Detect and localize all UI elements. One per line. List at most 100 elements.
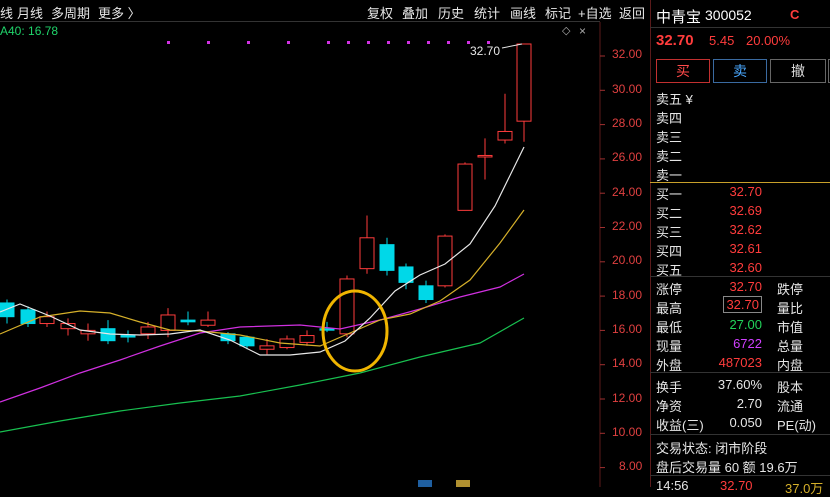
net-assets-value: 2.70	[736, 396, 762, 411]
dotted-markers	[167, 41, 490, 44]
low-value: 27.00	[729, 317, 762, 332]
price-axis-label: 16.00	[612, 322, 643, 336]
outer-volume-value: 487023	[718, 355, 762, 370]
dot-marker	[247, 41, 250, 44]
dot-marker	[407, 41, 410, 44]
volume-ratio-label: 量比	[777, 301, 804, 316]
dot-marker	[367, 41, 370, 44]
net-assets-label: 净资	[656, 399, 683, 414]
share-capital-label: 股本	[777, 380, 804, 395]
orderbook-divider	[650, 182, 830, 183]
eps-value: 0.050	[729, 415, 762, 430]
price-axis-label: 18.00	[612, 288, 643, 302]
stock-badge: C	[790, 7, 800, 22]
ma20-line	[0, 273, 525, 403]
candle-body	[180, 319, 196, 323]
stock-code: 300052	[705, 7, 752, 23]
stock-name: 中青宝	[656, 9, 702, 26]
after-hours-volume: 盘后交易量 60 额 19.6万	[656, 460, 798, 475]
dot-marker	[207, 41, 210, 44]
float-shares-label: 流通	[777, 399, 804, 414]
price-axis-label: 10.00	[612, 425, 643, 439]
turnover-label: 换手	[656, 380, 683, 395]
candle-body	[516, 43, 532, 122]
market-cap-label: 市值	[777, 320, 804, 335]
candle-body	[259, 345, 275, 350]
dot-marker	[447, 41, 450, 44]
candle-body	[398, 266, 414, 283]
divider	[650, 475, 830, 476]
dot-marker	[347, 41, 350, 44]
high-value: 32.70	[702, 296, 762, 313]
candle-body	[299, 335, 315, 343]
dot-marker	[387, 41, 390, 44]
high-price-marker: 32.70	[470, 44, 500, 58]
price-axis-label: 24.00	[612, 185, 643, 199]
tick-time: 14:56	[656, 478, 689, 493]
dot-marker	[327, 41, 330, 44]
ask-3-label: 卖三	[656, 130, 683, 145]
bid-4-label: 买四	[656, 244, 683, 259]
candle-body	[239, 336, 255, 347]
candle-body	[437, 235, 453, 287]
divider	[650, 276, 830, 277]
price-axis-label: 8.00	[619, 459, 643, 473]
candle-body	[418, 285, 434, 301]
candle-body	[477, 154, 493, 158]
limit-down-label: 跌停	[777, 282, 804, 297]
cancel-order-button[interactable]: 撤	[770, 59, 826, 83]
high-value-text: 32.70	[723, 296, 762, 313]
bid-1-price: 32.70	[729, 184, 762, 199]
candle-body	[140, 326, 156, 335]
pe-label: PE(动)	[777, 418, 817, 433]
sell-button[interactable]: 卖	[713, 59, 767, 83]
price-axis-label: 30.00	[612, 82, 643, 96]
candle-body	[339, 278, 355, 335]
bid-4-price: 32.61	[729, 241, 762, 256]
bid-5-price: 32.60	[729, 260, 762, 275]
candle-body	[359, 237, 375, 270]
price-axis-ticks	[600, 55, 605, 469]
divider	[650, 372, 830, 373]
event-badge[interactable]	[456, 480, 470, 487]
tick-volume: 37.0万	[785, 481, 824, 496]
current-volume-label: 现量	[656, 339, 683, 354]
price-change-pct: 20.00%	[746, 33, 791, 48]
limit-up-label: 涨停	[656, 282, 683, 297]
ma40-line	[0, 317, 525, 433]
low-label: 最低	[656, 320, 683, 335]
buy-button[interactable]: 买	[656, 59, 710, 83]
dot-marker	[287, 41, 290, 44]
price-axis-label: 14.00	[612, 356, 643, 370]
ask-4-label: 卖四	[656, 111, 683, 126]
bid-3-label: 买三	[656, 225, 683, 240]
price-axis-label: 28.00	[612, 116, 643, 130]
divider	[650, 27, 830, 28]
bid-3-price: 32.62	[729, 222, 762, 237]
price-axis-label: 20.00	[612, 253, 643, 267]
high-label: 最高	[656, 301, 683, 316]
candle-body	[497, 130, 513, 141]
candle-body	[39, 316, 55, 325]
price-axis-label: 26.00	[612, 150, 643, 164]
price-axis-label: 12.00	[612, 391, 643, 405]
candlesticks	[0, 43, 532, 355]
event-badge[interactable]	[418, 480, 432, 487]
bid-1-label: 买一	[656, 187, 683, 202]
bid-2-label: 买二	[656, 206, 683, 221]
last-price: 32.70	[656, 32, 694, 49]
bid-2-price: 32.69	[729, 203, 762, 218]
candle-body	[200, 319, 216, 326]
divider	[650, 434, 830, 435]
ask-5-label: 卖五 ¥	[656, 92, 693, 107]
price-axis-label: 32.00	[612, 47, 643, 61]
kline-chart[interactable]: 32.70	[0, 0, 650, 487]
candle-body	[120, 335, 136, 338]
price-axis-label: 22.00	[612, 219, 643, 233]
ask-2-label: 卖二	[656, 149, 683, 164]
turnover-value: 37.60%	[717, 377, 762, 392]
trade-status: 交易状态: 闭市阶段	[656, 441, 768, 456]
eps-label: 收益(三)	[656, 418, 704, 433]
dot-marker	[167, 41, 170, 44]
dot-marker	[427, 41, 430, 44]
